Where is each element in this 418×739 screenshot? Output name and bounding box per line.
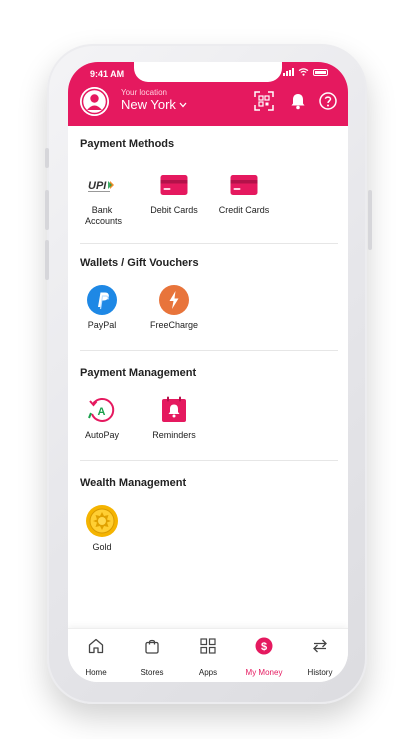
rupee-icon: $ <box>255 637 273 655</box>
user-icon <box>80 87 109 116</box>
chevron-down-icon <box>179 102 187 107</box>
reminders-item[interactable]: Reminders <box>142 395 206 441</box>
debit-cards-label: Debit Cards <box>150 205 198 215</box>
location-selector[interactable]: New York <box>121 97 187 112</box>
upi-icon: UPI <box>87 170 117 200</box>
status-time: 9:41 AM <box>90 69 125 79</box>
svg-text:UPI: UPI <box>88 180 107 192</box>
app-header: 9:41 AM Your location New York <box>68 62 348 126</box>
nav-label: My Money <box>245 668 283 677</box>
svg-text:$: $ <box>261 641 267 653</box>
bank-accounts-label: Bank Accounts <box>85 205 123 226</box>
divider <box>80 350 338 351</box>
side-button-mute <box>45 148 49 168</box>
gold-label: Gold <box>92 542 112 552</box>
freecharge-icon <box>159 285 189 315</box>
nav-label: History <box>307 668 333 677</box>
paypal-label: PayPal <box>87 320 117 330</box>
bottom-navigation: Home Stores Apps $ My Money History <box>68 628 348 682</box>
location-label: Your location <box>121 88 167 97</box>
divider <box>80 243 338 244</box>
autopay-item[interactable]: A AutoPay <box>70 395 134 441</box>
nav-history[interactable]: History <box>292 637 348 677</box>
home-icon <box>88 638 104 654</box>
reminders-label: Reminders <box>152 430 196 440</box>
paypal-icon <box>87 285 117 315</box>
section-payment-methods: Payment Methods UPI Bank Accounts Debit … <box>80 138 338 246</box>
nav-apps[interactable]: Apps <box>180 637 236 677</box>
nav-label: Home <box>85 668 107 677</box>
freecharge-label: FreeCharge <box>149 320 199 330</box>
nav-label: Apps <box>198 668 218 677</box>
side-button-power <box>368 190 372 250</box>
status-icons <box>283 68 328 76</box>
nav-label: Stores <box>140 668 164 677</box>
reminder-icon <box>159 395 189 425</box>
card-icon <box>229 170 259 200</box>
section-title: Wallets / Gift Vouchers <box>80 257 199 269</box>
help-icon[interactable] <box>318 91 338 111</box>
paypal-item[interactable]: PayPal <box>70 285 134 331</box>
grid-icon <box>200 638 216 654</box>
nav-home[interactable]: Home <box>68 637 124 677</box>
debit-cards-item[interactable]: Debit Cards <box>142 170 206 216</box>
section-wealth-management: Wealth Management Gold <box>80 477 338 557</box>
section-title: Payment Management <box>80 367 197 379</box>
location-city: New York <box>121 97 176 112</box>
bell-icon[interactable] <box>288 91 308 111</box>
credit-cards-label: Credit Cards <box>218 205 270 215</box>
section-title: Wealth Management <box>80 477 187 489</box>
card-icon <box>159 170 189 200</box>
side-button-volume-up <box>45 190 49 230</box>
nav-stores[interactable]: Stores <box>124 637 180 677</box>
qr-code-icon[interactable] <box>254 91 274 111</box>
section-wallets: Wallets / Gift Vouchers PayPal FreeCharg… <box>80 257 338 357</box>
notch <box>134 62 282 82</box>
gold-item[interactable]: Gold <box>70 505 134 553</box>
bank-accounts-item[interactable]: UPI Bank Accounts <box>70 170 134 227</box>
app-screen: 9:41 AM Your location New York Payment M… <box>68 62 348 682</box>
bag-icon <box>145 639 159 654</box>
battery-icon <box>313 68 328 76</box>
wifi-icon <box>298 68 309 76</box>
autopay-label: AutoPay <box>84 430 120 440</box>
gold-icon <box>86 505 118 537</box>
credit-cards-item[interactable]: Credit Cards <box>212 170 276 216</box>
section-payment-management: Payment Management A AutoPay Reminders <box>80 367 338 467</box>
side-button-volume-down <box>45 240 49 280</box>
swap-icon <box>313 639 327 653</box>
divider <box>80 460 338 461</box>
svg-text:A: A <box>98 406 106 418</box>
section-title: Payment Methods <box>80 138 175 150</box>
autopay-icon: A <box>87 395 117 425</box>
avatar[interactable] <box>80 87 109 116</box>
signal-icon <box>283 68 294 76</box>
freecharge-item[interactable]: FreeCharge <box>142 285 206 331</box>
nav-my-money[interactable]: $ My Money <box>236 637 292 677</box>
